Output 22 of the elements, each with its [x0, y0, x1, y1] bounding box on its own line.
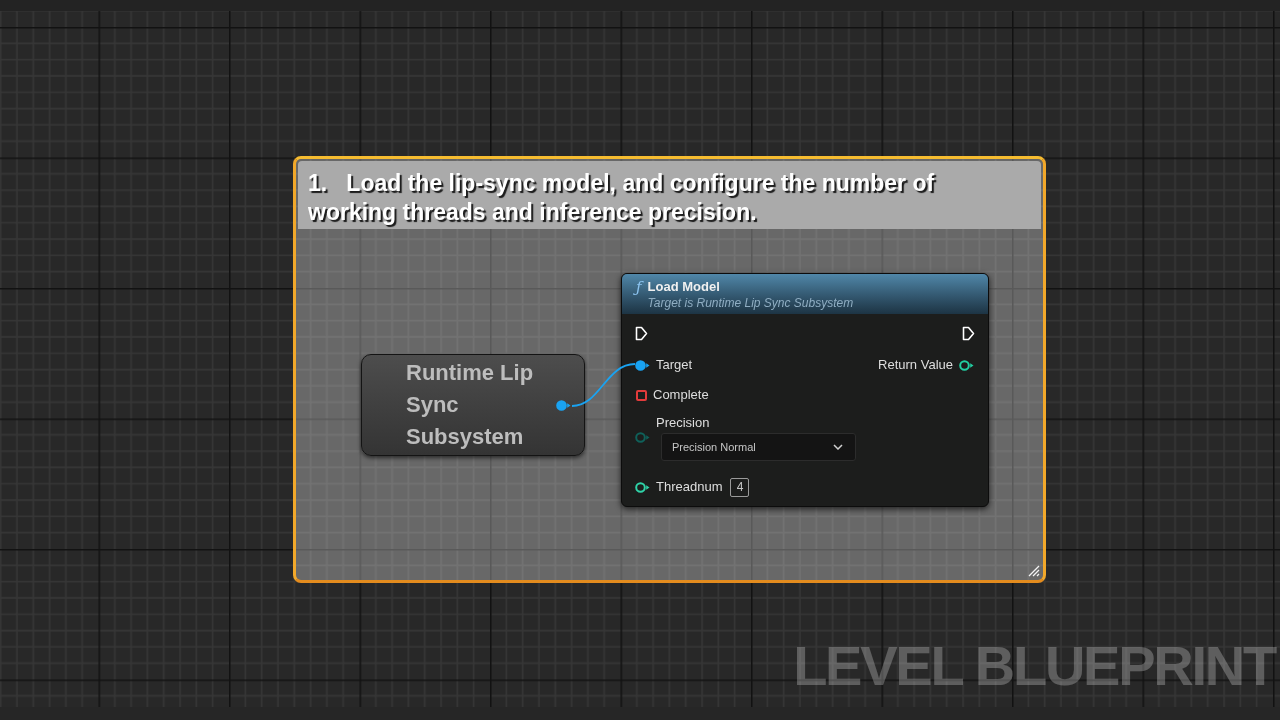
number-field[interactable]: 4: [730, 477, 750, 497]
pin-label: Target: [656, 356, 693, 375]
variable-node[interactable]: Runtime Lip Sync Subsystem: [361, 354, 585, 456]
circle-pin-icon[interactable]: [959, 359, 974, 371]
pin-label: Return Value: [878, 356, 953, 375]
function-node[interactable]: ƒ Load Model Target is Runtime Lip Sync Subsystem Target Complete Precision Precision Normal Threadnum 4 Return Value: [621, 273, 989, 507]
circle-pin-icon[interactable]: [556, 399, 571, 411]
circle-pin-icon[interactable]: [635, 359, 650, 371]
comment-title: 1. Load the lip-sync model, and configure the number of working threads and inference precision.: [308, 169, 936, 227]
pin-label: Precision: [656, 414, 711, 432]
precision-dropdown[interactable]: Precision Normal: [661, 433, 856, 461]
chevron-down-icon: [833, 444, 843, 450]
exec-pin-icon[interactable]: [635, 325, 648, 341]
pin-label: Complete: [653, 386, 709, 405]
exec-pin-icon[interactable]: [962, 325, 975, 341]
resize-grip-icon[interactable]: [1028, 565, 1040, 577]
pin-label: Threadnum: [656, 478, 723, 497]
node-title: Runtime Lip Sync Subsystem: [406, 359, 535, 451]
node-subtitle: Target is Runtime Lip Sync Subsystem: [647, 295, 854, 311]
node-title: Load Model: [647, 278, 721, 295]
square-pin-icon[interactable]: [636, 389, 647, 401]
circle-pin-icon[interactable]: [635, 481, 650, 493]
